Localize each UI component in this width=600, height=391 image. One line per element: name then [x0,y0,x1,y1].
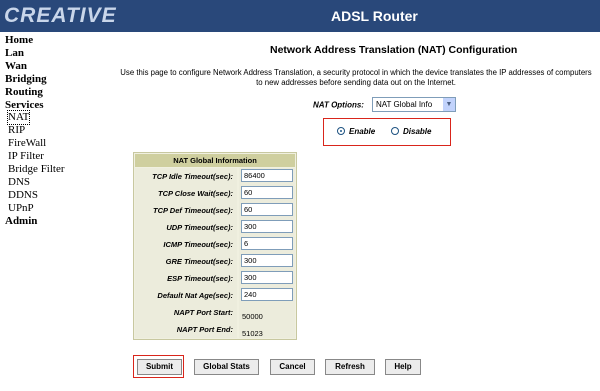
sidebar-nav: Home Lan Wan Bridging Routing Services NAT RIP F… [5,34,105,228]
table-row: TCP Close Wait(sec): [135,185,295,203]
timeout-input[interactable] [241,254,293,267]
sidebar-item-home[interactable]: Home [5,34,105,47]
timeout-input[interactable] [241,220,293,233]
timeout-input[interactable] [241,237,293,250]
row-label: UDP Timeout(sec): [135,219,237,236]
row-value-cell [239,185,295,202]
row-label: ESP Timeout(sec): [135,270,237,287]
nat-options-label: NAT Options: [313,100,364,110]
enable-radio[interactable] [337,127,345,135]
row-label: GRE Timeout(sec): [135,253,237,270]
page-description: Use this page to configure Network Addre… [120,68,592,87]
row-value-cell: 51023 [239,321,295,338]
sidebar-item-wan[interactable]: Wan [5,60,105,73]
row-value-cell [239,168,295,185]
row-value-cell [239,287,295,304]
sidebar-item-bridge-filter[interactable]: Bridge Filter [5,163,105,176]
timeout-input[interactable] [241,288,293,301]
row-label: NAPT Port End: [135,321,237,338]
disable-label: Disable [403,127,432,136]
timeout-input[interactable] [241,203,293,216]
refresh-button[interactable]: Refresh [325,359,375,375]
row-label: Default Nat Age(sec): [135,287,237,304]
enable-disable-group: Enable Disable [323,118,451,146]
table-row: GRE Timeout(sec): [135,253,295,271]
table-row: NAPT Port Start: 50000 [135,304,295,322]
cancel-button[interactable]: Cancel [270,359,315,375]
row-value-cell: 50000 [239,304,295,321]
timeout-input[interactable] [241,169,293,182]
page-title: Network Address Translation (NAT) Config… [270,44,518,56]
sidebar-item-upnp[interactable]: UPnP [5,202,105,215]
row-value-cell [239,270,295,287]
timeout-input[interactable] [241,186,293,199]
row-label: ICMP Timeout(sec): [135,236,237,253]
sidebar-item-nat[interactable]: NAT [5,110,105,126]
row-label: TCP Def Timeout(sec): [135,202,237,219]
table-row: NAPT Port End: 51023 [135,321,295,339]
row-value-cell [239,219,295,236]
row-value-cell [239,202,295,219]
sidebar-item-lan[interactable]: Lan [5,47,105,60]
sidebar-item-dns[interactable]: DNS [5,176,105,189]
sidebar-item-ddns[interactable]: DDNS [5,189,105,202]
row-value-cell [239,253,295,270]
sidebar-item-services[interactable]: Services [5,99,105,112]
row-label: TCP Idle Timeout(sec): [135,168,237,185]
help-button[interactable]: Help [385,359,421,375]
nat-options-select[interactable]: NAT Global Info ▼ [372,97,456,112]
sidebar-item-bridging[interactable]: Bridging [5,73,105,86]
table-row: ICMP Timeout(sec): [135,236,295,254]
enable-label: Enable [349,127,376,136]
row-value-cell [239,236,295,253]
submit-highlight [133,355,184,378]
sidebar-item-ip-filter[interactable]: IP Filter [5,150,105,163]
timeout-input[interactable] [241,271,293,284]
creative-logo: CREATIVE [4,4,117,27]
header-bar: CREATIVE ADSL Router [0,0,600,32]
nat-global-info-table: NAT Global Information TCP Idle Timeout(… [133,152,297,340]
app-title: ADSL Router [331,8,418,24]
global-stats-button[interactable]: Global Stats [194,359,259,375]
nat-options-selected-value: NAT Global Info [376,100,433,109]
table-row: TCP Def Timeout(sec): [135,202,295,220]
row-label: TCP Close Wait(sec): [135,185,237,202]
disable-radio[interactable] [391,127,399,135]
table-row: ESP Timeout(sec): [135,270,295,288]
table-header: NAT Global Information [135,154,295,167]
sidebar-item-admin[interactable]: Admin [5,215,105,228]
readonly-value: 50000 [242,312,263,321]
sidebar-item-rip[interactable]: RIP [5,124,105,137]
table-row: UDP Timeout(sec): [135,219,295,237]
table-row: TCP Idle Timeout(sec): [135,168,295,186]
sidebar-item-routing[interactable]: Routing [5,86,105,99]
sidebar-item-firewall[interactable]: FireWall [5,137,105,150]
sidebar-item-label: NAT [6,110,31,126]
readonly-value: 51023 [242,329,263,338]
chevron-down-icon[interactable]: ▼ [443,98,455,111]
table-row: Default Nat Age(sec): [135,287,295,305]
row-label: NAPT Port Start: [135,304,237,321]
